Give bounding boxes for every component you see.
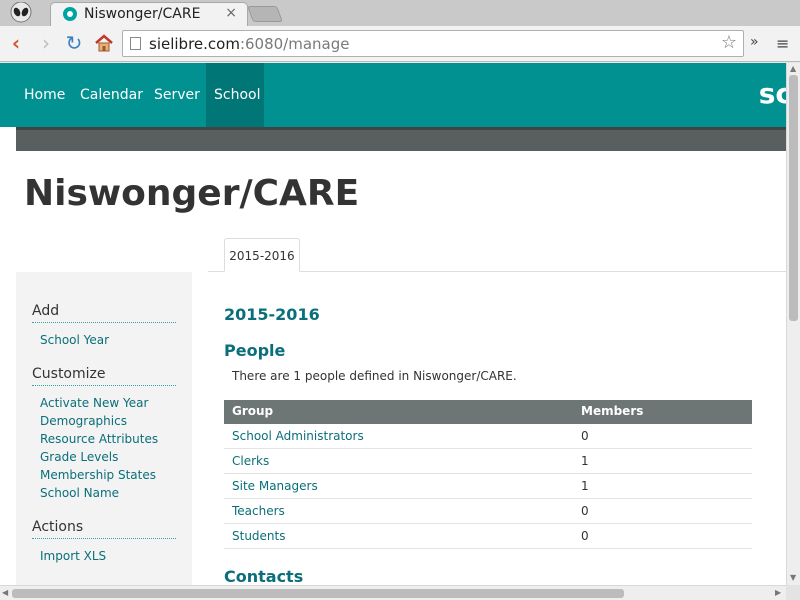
people-heading: People xyxy=(224,341,286,360)
nav-school[interactable]: School xyxy=(206,63,264,127)
browser-tab-active[interactable]: Niswonger/CARE × xyxy=(50,2,248,26)
menu-icon[interactable]: ≡ xyxy=(776,34,789,53)
sidebar-link-grade-levels[interactable]: Grade Levels xyxy=(40,450,118,464)
column-header-group: Group xyxy=(232,404,274,418)
table-header: Group Members xyxy=(224,400,752,424)
back-arrow-icon[interactable]: ‹ xyxy=(4,31,28,55)
vertical-scrollbar[interactable]: ▲ ▼ xyxy=(786,63,800,585)
scroll-right-arrow-icon[interactable]: ▶ xyxy=(775,588,781,597)
sidebar-link-demographics[interactable]: Demographics xyxy=(40,414,127,428)
group-link[interactable]: Site Managers xyxy=(232,479,318,493)
sidebar-heading-actions: Actions xyxy=(32,519,176,539)
alien-icon xyxy=(10,2,32,23)
favicon-icon xyxy=(63,7,77,21)
main-content: 2015-2016 People There are 1 people defi… xyxy=(208,272,786,585)
table-row: Students 0 xyxy=(224,524,752,549)
group-link[interactable]: Clerks xyxy=(232,454,269,468)
scrollbar-corner xyxy=(786,585,800,600)
people-summary: There are 1 people defined in Niswonger/… xyxy=(232,369,517,383)
bookmark-star-icon[interactable]: ☆ xyxy=(721,32,737,53)
group-link[interactable]: Students xyxy=(232,529,286,543)
nav-server[interactable]: Server xyxy=(146,63,208,127)
close-icon[interactable]: × xyxy=(225,5,237,21)
member-count: 0 xyxy=(581,504,589,518)
forward-arrow-icon[interactable]: › xyxy=(34,31,58,55)
sidebar-heading-customize: Customize xyxy=(32,366,176,386)
nav-calendar[interactable]: Calendar xyxy=(72,63,151,127)
browser-tabstrip: Niswonger/CARE × xyxy=(0,0,800,26)
horizontal-scrollbar[interactable]: ◀ ▶ xyxy=(0,585,786,600)
browser-toolbar: ‹ › ↻ sielibre.com:6080/manage ☆ » ≡ xyxy=(0,26,800,62)
tab-school-year[interactable]: 2015-2016 xyxy=(224,238,300,272)
sidebar-link-import-xls[interactable]: Import XLS xyxy=(40,549,106,563)
reload-icon[interactable]: ↻ xyxy=(62,31,86,55)
top-navigation: Home Calendar Server School sc xyxy=(0,63,786,127)
page-title: Niswonger/CARE xyxy=(24,173,360,214)
table-row: Site Managers 1 xyxy=(224,474,752,499)
scroll-up-arrow-icon[interactable]: ▲ xyxy=(790,64,796,73)
member-count: 1 xyxy=(581,454,589,468)
new-tab-button[interactable] xyxy=(247,6,283,22)
horizontal-scroll-thumb[interactable] xyxy=(12,589,624,598)
sidebar-link-school-name[interactable]: School Name xyxy=(40,486,119,500)
table-row: Teachers 0 xyxy=(224,499,752,524)
sidebar-heading-add: Add xyxy=(32,303,176,323)
address-bar[interactable]: sielibre.com:6080/manage ☆ xyxy=(122,30,744,57)
table-row: Clerks 1 xyxy=(224,449,752,474)
table-row: School Administrators 0 xyxy=(224,424,752,449)
home-icon[interactable] xyxy=(92,31,116,55)
sidebar: Add School Year Customize Activate New Y… xyxy=(16,272,192,585)
member-count: 1 xyxy=(581,479,589,493)
url-text[interactable]: sielibre.com:6080/manage xyxy=(149,35,349,53)
page-icon xyxy=(130,37,141,50)
vertical-scroll-thumb[interactable] xyxy=(789,75,798,321)
scroll-down-arrow-icon[interactable]: ▼ xyxy=(790,573,796,582)
group-link[interactable]: Teachers xyxy=(232,504,285,518)
sidebar-link-activate-new-year[interactable]: Activate New Year xyxy=(40,396,148,410)
groups-table: Group Members School Administrators 0 Cl… xyxy=(224,400,752,549)
nav-home[interactable]: Home xyxy=(16,63,73,127)
sidebar-link-resource-attributes[interactable]: Resource Attributes xyxy=(40,432,158,446)
member-count: 0 xyxy=(581,529,589,543)
member-count: 0 xyxy=(581,429,589,443)
sub-navigation-bar xyxy=(16,127,786,151)
brand-logo-text: sc xyxy=(758,77,786,110)
scroll-left-arrow-icon[interactable]: ◀ xyxy=(2,588,8,597)
sidebar-link-membership-states[interactable]: Membership States xyxy=(40,468,156,482)
extensions-overflow-icon[interactable]: » xyxy=(750,34,759,50)
year-heading: 2015-2016 xyxy=(224,305,320,324)
column-header-members: Members xyxy=(581,404,644,418)
sidebar-link-school-year[interactable]: School Year xyxy=(40,333,109,347)
page-viewport: Home Calendar Server School sc Niswonger… xyxy=(0,63,786,585)
contacts-heading: Contacts xyxy=(224,567,304,585)
browser-tab-title: Niswonger/CARE xyxy=(84,6,201,22)
group-link[interactable]: School Administrators xyxy=(232,429,364,443)
